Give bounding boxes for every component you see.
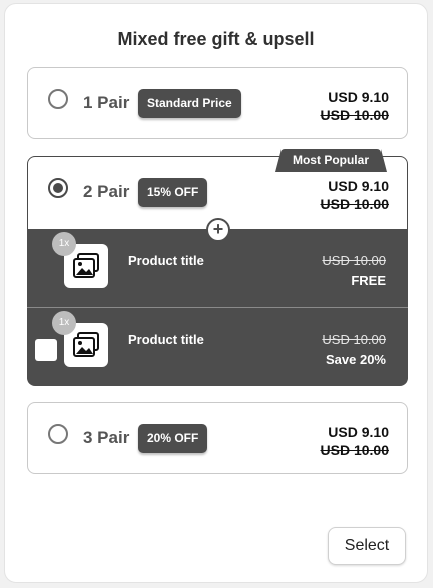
option-2-compare-price: USD 10.00 [320,196,389,212]
gift-2-checkbox[interactable] [35,339,57,361]
gift-1-title: Product title [128,253,204,268]
select-button[interactable]: Select [328,527,406,565]
option-1-badge: Standard Price [138,89,241,118]
option-2-quantity: 2 Pair [83,182,130,201]
gift-1-compare-price: USD 10.00 [322,253,386,268]
option-3-compare-price: USD 10.00 [320,442,389,458]
bundle-widget-card: Mixed free gift & upsell 1 Pair Standard… [4,3,428,583]
image-icon [73,253,99,278]
option-3-pair[interactable]: 3 Pair 20% OFF USD 9.10 USD 10.00 [27,402,408,474]
option-2-badge: 15% OFF [138,178,208,207]
gift-2-title: Product title [128,332,204,347]
gift-list: 1x Product title USD 10.00 FREE 1x Produ… [27,229,408,386]
option-1-compare-price: USD 10.00 [320,107,389,123]
widget-title: Mixed free gift & upsell [117,29,315,49]
gift-2-qty-chip: 1x [52,311,76,335]
option-1-pair[interactable]: 1 Pair Standard Price USD 9.10 USD 10.00 [27,67,408,139]
gift-divider [27,307,408,308]
option-2-price: USD 9.10 [328,178,389,194]
option-1-price: USD 9.10 [328,89,389,105]
option-2-radio[interactable] [48,178,68,198]
plus-icon: + [206,218,230,242]
option-3-radio[interactable] [48,424,68,444]
option-1-radio[interactable] [48,89,68,109]
image-icon [73,332,99,357]
option-1-quantity: 1 Pair [83,93,130,112]
most-popular-ribbon: Most Popular [274,149,388,172]
option-2-pair[interactable]: Most Popular 2 Pair 15% OFF USD 9.10 USD… [27,149,408,386]
option-3-badge: 20% OFF [138,424,208,453]
option-3-price: USD 9.10 [328,424,389,440]
option-3-quantity: 3 Pair [83,428,130,447]
gift-1-status: FREE [351,273,386,288]
gift-2-compare-price: USD 10.00 [322,332,386,347]
gift-2-status: Save 20% [326,352,386,367]
gift-1-qty-chip: 1x [52,232,76,256]
